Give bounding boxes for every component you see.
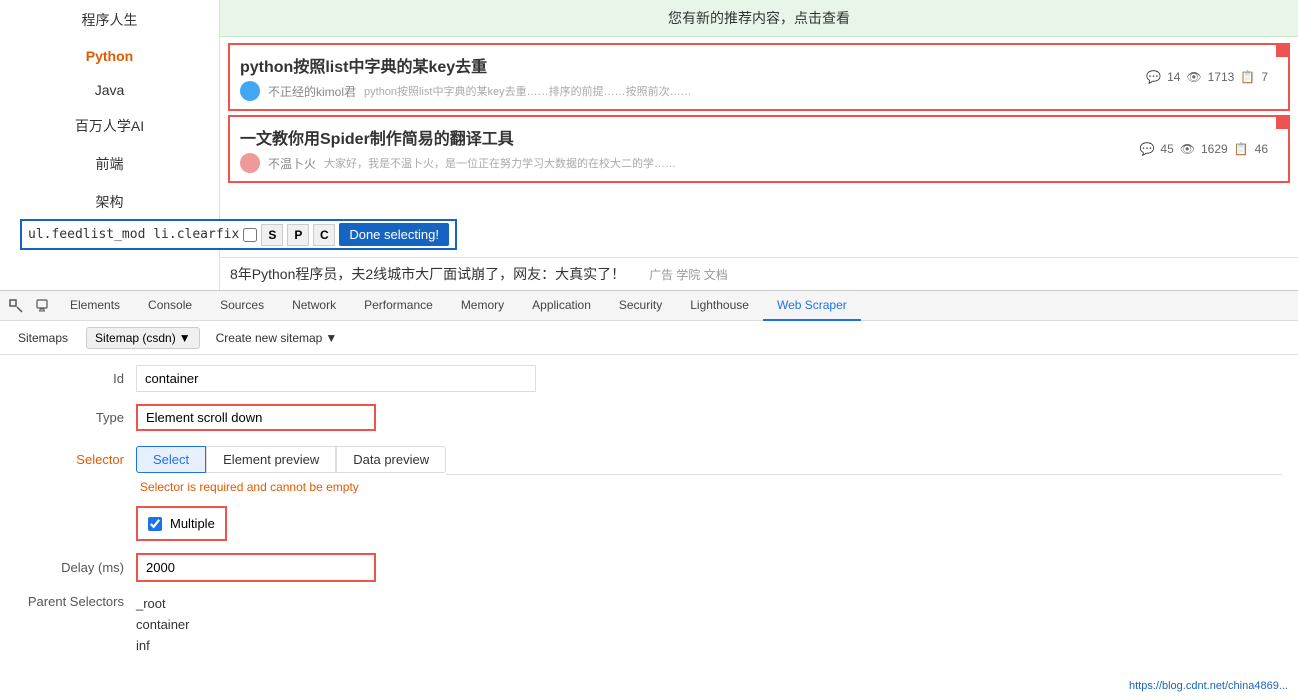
tab-memory[interactable]: Memory [447, 291, 518, 321]
type-value[interactable]: Element scroll down [136, 404, 376, 431]
delay-label: Delay (ms) [16, 560, 136, 575]
devtools-tabs: Elements Console Sources Network Perform… [56, 291, 1294, 321]
form-row-parent-selectors: Parent Selectors _root container inf [16, 594, 1282, 656]
multiple-checkbox[interactable] [148, 517, 162, 531]
inspect-icon[interactable] [4, 294, 28, 318]
article-stats-1: 💬14 👁1713 📋7 [1146, 70, 1268, 84]
devtools-panel: Elements Console Sources Network Perform… [0, 290, 1298, 700]
selector-checkbox[interactable] [243, 228, 257, 242]
delay-input[interactable] [136, 553, 376, 582]
sidebar-item-arch[interactable]: 架构 [96, 192, 124, 212]
form-row-id: Id [16, 365, 1282, 392]
devtools-toolbar: Elements Console Sources Network Perform… [0, 291, 1298, 321]
parent-selectors-label: Parent Selectors [16, 594, 136, 609]
create-dropdown-arrow: ▼ [325, 331, 337, 345]
form-area: Id Type Element scroll down Selector Sel… [0, 355, 1298, 700]
sidebar-item-frontend[interactable]: 前端 [96, 154, 124, 174]
sidebar-item-programs[interactable]: 程序人生 [82, 10, 138, 30]
selector-text: ul.feedlist_mod li.clearfix [28, 227, 239, 242]
p-button[interactable]: P [287, 224, 309, 246]
tab-performance[interactable]: Performance [350, 291, 447, 321]
element-preview-tab-button[interactable]: Element preview [206, 446, 336, 473]
id-label: Id [16, 371, 136, 386]
article-meta-1: 不正经的kimol君 python按照list中字典的某key去重……排序的前提… [240, 81, 1278, 101]
selector-bar: ul.feedlist_mod li.clearfix S P C Done s… [20, 219, 457, 250]
tab-sources[interactable]: Sources [206, 291, 278, 321]
selector-error: Selector is required and cannot be empty [140, 480, 359, 494]
parent-selector-root: _root [136, 594, 189, 615]
form-row-multiple: Multiple [16, 506, 1282, 541]
article-card-1[interactable]: python按照list中字典的某key去重 不正经的kimol君 python… [228, 43, 1290, 111]
tab-security[interactable]: Security [605, 291, 676, 321]
done-selecting-button[interactable]: Done selecting! [339, 223, 449, 246]
sidebar-item-java[interactable]: Java [95, 82, 125, 98]
tab-lighthouse[interactable]: Lighthouse [676, 291, 763, 321]
website-area: 有序构建您的知识和想法，让工作学习更高效 程序人生 Python Java 百万… [0, 0, 1298, 290]
multiple-label: Multiple [170, 516, 215, 531]
c-button[interactable]: C [313, 224, 335, 246]
news-banner: 8年Python程序员，夫2线城市大厂面试崩了，网友：大真实了！ 广告 学院 文… [220, 257, 1298, 290]
selector-tab-buttons: Select Element preview Data preview [136, 446, 446, 473]
sidebar-item-ai[interactable]: 百万人学AI [75, 116, 144, 136]
s-button[interactable]: S [261, 224, 283, 246]
create-sitemap-button[interactable]: Create new sitemap ▼ [208, 328, 346, 348]
author-avatar-2 [240, 153, 260, 173]
form-row-selector: Selector Select Element preview Data pre… [16, 443, 1282, 494]
selector-label: Selector [16, 452, 136, 467]
article-stats-2: 💬45 👁1629 📋46 [1139, 142, 1268, 156]
sidebar-item-python[interactable]: Python [86, 48, 133, 64]
notification-bar[interactable]: 您有新的推荐内容，点击查看 [220, 0, 1298, 37]
select-tab-button[interactable]: Select [136, 446, 206, 473]
sitemaps-bar: Sitemaps Sitemap (csdn) ▼ Create new sit… [0, 321, 1298, 355]
article-card-2[interactable]: 一文教你用Spider制作简易的翻译工具 不温卜火 大家好，我是不温卜火，是一位… [228, 115, 1290, 183]
article-title-1: python按照list中字典的某key去重 [240, 53, 1278, 77]
parent-selector-inf: inf [136, 636, 189, 657]
article-title-2: 一文教你用Spider制作简易的翻译工具 [240, 125, 1278, 149]
tab-webscraper[interactable]: Web Scraper [763, 291, 861, 321]
news-tags: 广告 学院 文档 [649, 268, 728, 282]
type-label: Type [16, 410, 136, 425]
sitemap-csdn-tab[interactable]: Sitemap (csdn) ▼ [86, 327, 200, 349]
dropdown-arrow: ▼ [179, 331, 191, 345]
tab-network[interactable]: Network [278, 291, 350, 321]
selector-empty-area [446, 443, 1282, 475]
article-corner-2 [1276, 117, 1288, 129]
url-bar: https://blog.cdnt.net/china4869... [1129, 680, 1288, 692]
parent-selectors-list: _root container inf [136, 594, 189, 656]
id-input[interactable] [136, 365, 536, 392]
article-corner-1 [1276, 45, 1288, 57]
article-meta-2: 不温卜火 大家好，我是不温卜火，是一位正在努力学习大数据的在校大二的学…… [240, 153, 1278, 173]
multiple-checkbox-box: Multiple [136, 506, 227, 541]
author-avatar-1 [240, 81, 260, 101]
form-row-type: Type Element scroll down [16, 404, 1282, 431]
form-row-delay: Delay (ms) [16, 553, 1282, 582]
tab-application[interactable]: Application [518, 291, 605, 321]
sitemaps-tab[interactable]: Sitemaps [8, 328, 78, 348]
tab-console[interactable]: Console [134, 291, 206, 321]
parent-selector-container: container [136, 615, 189, 636]
data-preview-tab-button[interactable]: Data preview [336, 446, 446, 473]
device-icon[interactable] [30, 294, 54, 318]
tab-elements[interactable]: Elements [56, 291, 134, 321]
